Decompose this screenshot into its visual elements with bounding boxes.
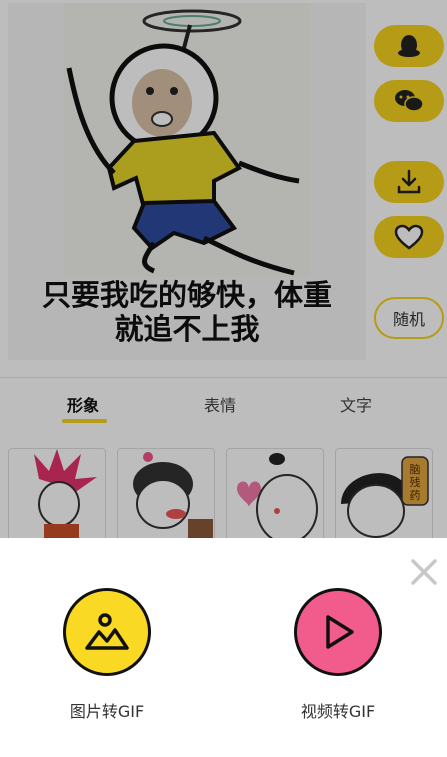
close-button[interactable] (408, 556, 440, 588)
meme-editor-screen: 只要我吃的够快，体重 就追不上我 随机 形象 表情 文字 脑 残 药 (0, 0, 447, 538)
video-to-gif-label: 视频转GIF (300, 702, 376, 721)
image-to-gif-button[interactable] (63, 588, 151, 676)
play-icon (326, 615, 354, 649)
image-to-gif-label: 图片转GIF (69, 702, 145, 721)
modal-backdrop[interactable] (0, 0, 447, 538)
video-to-gif-option[interactable]: 视频转GIF (278, 588, 398, 722)
image-icon (85, 613, 129, 650)
create-gif-sheet: 图片转GIF 视频转GIF (0, 538, 447, 757)
video-to-gif-button[interactable] (294, 588, 382, 676)
close-icon (411, 559, 437, 585)
image-to-gif-option[interactable]: 图片转GIF (47, 588, 167, 722)
